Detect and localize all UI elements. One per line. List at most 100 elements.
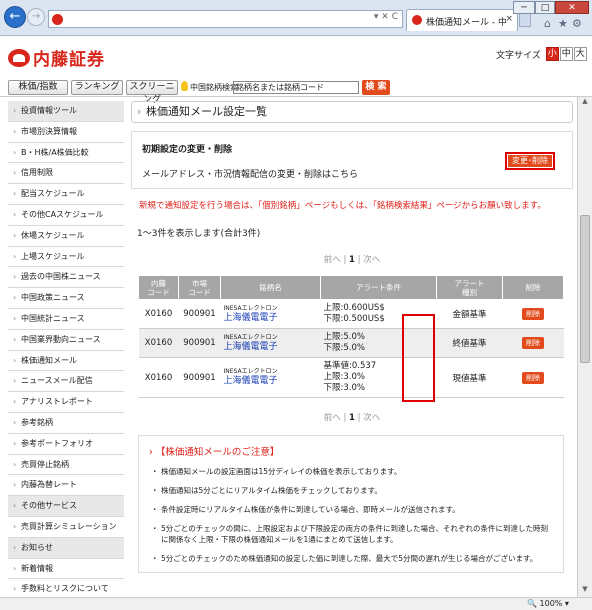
market-code: 900901: [178, 299, 221, 329]
sidebar-item[interactable]: その他サービス: [8, 496, 124, 517]
sidebar-item[interactable]: 中国統計ニュース: [8, 308, 124, 330]
col-delete: 削除: [502, 275, 564, 300]
settings-heading: 初期設定の変更・削除: [142, 145, 233, 155]
sidebar-item[interactable]: 新着情報: [8, 558, 124, 580]
search-button[interactable]: 検 索: [362, 80, 390, 95]
maximize-button[interactable]: □: [535, 1, 555, 14]
settings-gear-icon[interactable]: ⚙: [572, 17, 582, 30]
caution-item: 株価通知は5分ごとにリアルタイム株価をチェックしております。: [147, 485, 555, 496]
stock-name-en: INESAエレクトロン: [223, 333, 278, 341]
sidebar-item[interactable]: 配当スケジュール: [8, 184, 124, 205]
result-count: 1〜3件を表示します(合計3件): [137, 229, 261, 239]
delete-button[interactable]: 削除: [522, 308, 544, 320]
sidebar-item[interactable]: 中国政策ニュース: [8, 288, 124, 309]
stock-search-input[interactable]: 銘柄名または銘柄コード: [233, 81, 359, 94]
col-alert-condition: アラート条件: [320, 275, 437, 300]
condition-line: 下限:5.0%: [323, 343, 365, 353]
pager-next-link[interactable]: 次へ: [363, 255, 380, 265]
font-size-small-button[interactable]: 小: [545, 47, 559, 61]
stock-name-link[interactable]: 上海儀電電子: [224, 342, 321, 353]
new-tab-button[interactable]: [519, 13, 531, 27]
pager-prev-link[interactable]: 前へ: [324, 255, 341, 265]
tab-close-icon[interactable]: ×: [505, 14, 513, 24]
zoom-level[interactable]: 🔍 100% ▾: [527, 599, 569, 608]
status-bar: 🔍 100% ▾: [0, 597, 592, 610]
stock-index-button[interactable]: 株価/指数: [8, 80, 68, 95]
logo-mark-icon: [8, 48, 30, 67]
sidebar-item[interactable]: ニュースメール配信: [8, 371, 124, 393]
scroll-thumb[interactable]: [580, 215, 590, 363]
market-code: 900901: [178, 328, 221, 358]
pager-prev-link[interactable]: 前へ: [324, 413, 341, 423]
address-controls[interactable]: ▾ ✕ C: [374, 12, 398, 22]
stock-name: INESAエレクトロン 上海儀電電子: [220, 357, 321, 398]
stock-name-en: INESAエレクトロン: [223, 368, 278, 375]
stock-name-link[interactable]: 上海儀電電子: [224, 313, 321, 324]
change-delete-label: 変更･削除: [508, 155, 552, 167]
sidebar-item[interactable]: B・H株/A株価比較: [8, 142, 124, 164]
font-size-label: 文字サイズ: [496, 50, 541, 61]
sidebar-item[interactable]: 信用制限: [8, 163, 124, 185]
site-favicon-icon: [52, 14, 63, 25]
alert-type: 終値基準: [436, 328, 503, 358]
sidebar-item[interactable]: その他CAスケジュール: [8, 204, 124, 226]
sidebar-item[interactable]: 参考ポートフォリオ: [8, 433, 124, 455]
page-title: 株価通知メール設定一覧: [131, 101, 573, 123]
stock-name: INESAエレクトロン 上海儀電電子: [220, 299, 321, 329]
close-window-button[interactable]: ✕: [555, 1, 589, 14]
settings-box: 初期設定の変更・削除 メールアドレス・市況情報配信の変更・削除はこちら 変更･削…: [131, 131, 573, 189]
font-size-large-button[interactable]: 大: [573, 47, 587, 61]
col-alert-type: アラート 種別: [436, 275, 503, 300]
caution-item: 5分ごとのチェックのため株価通知の設定した価に到達した際、最大で5分間の遅れが生…: [147, 553, 555, 564]
condition-line: 上限:3.0%: [323, 372, 365, 382]
sidebar-item[interactable]: 売買計算シミュレーション: [8, 516, 124, 538]
sidebar-item[interactable]: 休場スケジュール: [8, 225, 124, 247]
sidebar-item[interactable]: 市場別決算情報: [8, 121, 124, 143]
change-delete-settings-button[interactable]: 変更･削除: [505, 152, 555, 170]
sidebar-item[interactable]: アナリストレポート: [8, 392, 124, 413]
stock-name: INESAエレクトロン 上海儀電電子: [220, 328, 321, 358]
site-logo[interactable]: 内藤証券: [8, 45, 105, 70]
caution-heading: › 【株価通知メールのご注意】: [149, 447, 280, 458]
minimize-button[interactable]: ─: [513, 1, 535, 14]
font-size-medium-button[interactable]: 中: [559, 47, 573, 61]
tab-favicon-icon: [412, 15, 422, 25]
pager-next-link[interactable]: 次へ: [363, 413, 380, 423]
stock-name-en: INESAエレクトロン: [223, 304, 278, 312]
ranking-button[interactable]: ランキング: [71, 80, 123, 95]
site-toolbar: 株価/指数 ランキング スクリーニング 中国銘柄検索 銘柄名または銘柄コード 検…: [0, 77, 592, 105]
table-row: X0160 900901 INESAエレクトロン 上海儀電電子 上限:5.0% 下限:5.…: [138, 328, 564, 358]
tab-title: 株価通知メール - 中国...: [426, 18, 506, 28]
pager-separator: |: [357, 255, 361, 265]
vertical-scrollbar[interactable]: ▲ ▼: [577, 97, 592, 597]
home-icon[interactable]: ⌂: [544, 17, 551, 30]
sidebar-item[interactable]: 参考銘柄: [8, 412, 124, 434]
sidebar-item[interactable]: 内藤為替レート: [8, 475, 124, 497]
sidebar-item[interactable]: 中国業界動向ニュース: [8, 329, 124, 351]
alert-condition: 基準値:0.537 上限:3.0% 下限:3.0%: [320, 357, 437, 398]
scroll-up-icon[interactable]: ▲: [578, 97, 592, 109]
sidebar-item[interactable]: 手数料とリスクについて: [8, 579, 124, 597]
sidebar-item[interactable]: お知らせ: [8, 537, 124, 559]
address-bar[interactable]: ▾ ✕ C: [48, 10, 403, 28]
naito-code: X0160: [138, 299, 179, 329]
back-button[interactable]: ←: [4, 6, 26, 28]
notice-text: 新規で通知設定を行う場合は、「個別銘柄」ページもしくは、「銘柄検索結果」ページか…: [139, 201, 546, 211]
delete-button[interactable]: 削除: [522, 371, 544, 384]
browser-tab[interactable]: 株価通知メール - 中国... ×: [406, 9, 518, 31]
screening-button[interactable]: スクリーニング: [126, 80, 178, 105]
search-label: 中国銘柄検索: [190, 83, 238, 92]
forward-button[interactable]: →: [27, 8, 45, 26]
favorites-icon[interactable]: ★: [558, 17, 568, 30]
delete-button[interactable]: 削除: [522, 337, 544, 349]
col-stock-name: 銘柄名: [220, 275, 321, 300]
sidebar-item[interactable]: 過去の中国株ニュース: [8, 267, 124, 289]
sidebar-item[interactable]: 上場スケジュール: [8, 246, 124, 268]
scroll-down-icon[interactable]: ▼: [578, 585, 592, 597]
settings-description: メールアドレス・市況情報配信の変更・削除はこちら: [142, 170, 359, 180]
sidebar-item[interactable]: 投資情報ツール: [8, 101, 124, 122]
sidebar-item[interactable]: 株価通知メール: [8, 350, 124, 372]
condition-line: 下限:0.500US$: [323, 314, 385, 324]
sidebar-item[interactable]: 売買停止銘柄: [8, 454, 124, 476]
stock-name-link[interactable]: 上海儀電電子: [224, 376, 321, 387]
